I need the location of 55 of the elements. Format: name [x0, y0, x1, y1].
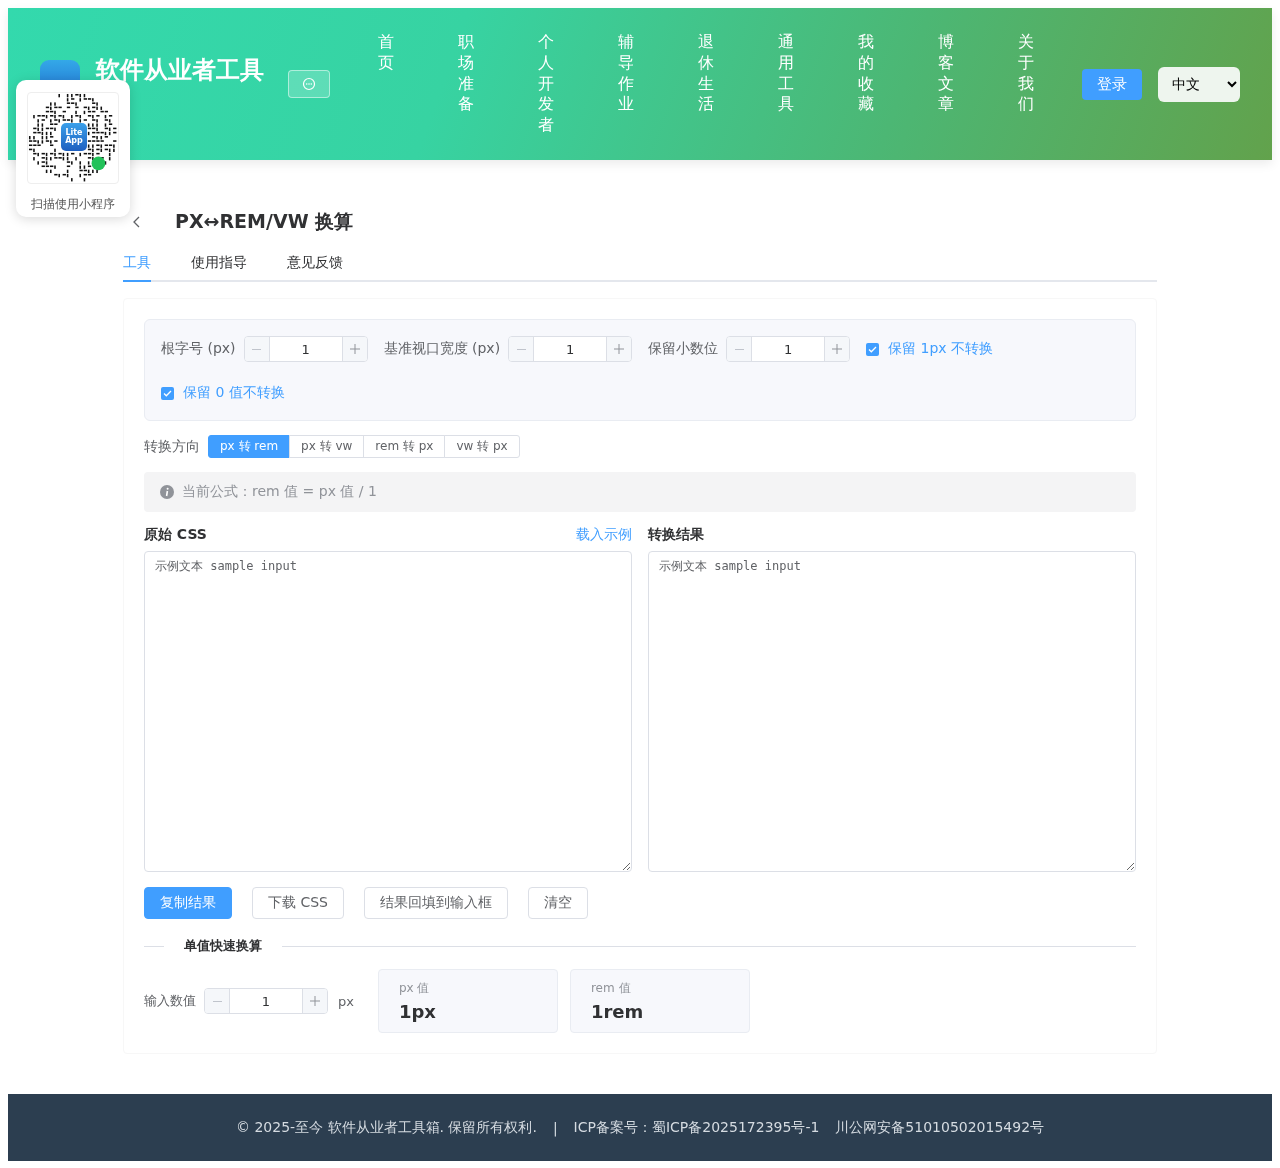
result-value: 1rem — [590, 1001, 645, 1022]
plus-icon — [614, 344, 625, 354]
checkbox[interactable] — [161, 386, 174, 400]
back-icon[interactable] — [133, 216, 141, 228]
copyright-text: © 2025-至今 软件从业者工具箱. 保留所有权利. — [235, 1118, 537, 1137]
increment-button[interactable] — [606, 337, 632, 361]
number-stepper[interactable]: 1 — [204, 988, 328, 1014]
output-label: 转换结果 — [648, 526, 704, 544]
action-button[interactable]: 清空 — [528, 887, 588, 919]
input-label: 原始 CSS — [144, 526, 207, 544]
increment-button[interactable] — [341, 337, 367, 361]
tab[interactable]: 使用指导 — [191, 254, 247, 282]
section-heading: 单值快速换算 — [183, 937, 263, 955]
plus-icon — [310, 996, 320, 1006]
result-value: 1px — [398, 1001, 437, 1022]
formula-text: 当前公式：rem 值 = px 值 / 1 — [182, 483, 377, 501]
result-output[interactable]: 示例文本 sample input — [648, 551, 1136, 872]
police-record-text[interactable]: 川公网安备51010502015492号 — [835, 1118, 1045, 1137]
info-icon — [160, 485, 174, 499]
field-label: 根字号 (px) — [161, 340, 236, 358]
increment-button[interactable] — [302, 989, 327, 1013]
action-button[interactable]: 下载 CSS — [252, 887, 344, 919]
segment-option[interactable]: rem 转 px — [363, 435, 446, 458]
qr-caption: 扫描使用小程序 — [31, 196, 115, 213]
app-logo: Lite App — [61, 123, 87, 151]
field-label: 保留小数位 — [648, 340, 719, 358]
decrement-button[interactable] — [727, 337, 753, 361]
plus-icon — [832, 344, 843, 354]
plus-icon — [349, 344, 360, 354]
chat-button[interactable] — [288, 70, 330, 98]
chat-icon — [302, 77, 316, 91]
number-stepper[interactable]: 1 — [726, 336, 851, 362]
increment-button[interactable] — [824, 337, 850, 361]
unit-label: px — [338, 993, 354, 1009]
decrement-button[interactable] — [509, 337, 535, 361]
field-label: 基准视口宽度 (px) — [383, 340, 501, 358]
number-stepper[interactable]: 1 — [243, 336, 368, 362]
language-select[interactable]: 中文 — [1158, 66, 1240, 102]
action-button[interactable]: 结果回填到输入框 — [364, 887, 508, 919]
segment-option[interactable]: vw 转 px — [444, 435, 520, 458]
page-title: PX↔REM/VW 换算 — [175, 209, 354, 234]
result-label: px 值 — [398, 980, 431, 997]
number-stepper[interactable]: 1 — [508, 336, 633, 362]
checkbox[interactable] — [866, 342, 880, 356]
tab[interactable]: 意见反馈 — [287, 254, 343, 282]
field-label: 转换方向 — [144, 437, 200, 456]
site-title: 软件从业者工具 — [96, 55, 264, 86]
decrement-button[interactable] — [205, 989, 230, 1013]
css-input[interactable]: 示例文本 sample input — [144, 551, 632, 872]
icp-text[interactable]: ICP备案号：蜀ICP备2025172395号-1 — [573, 1118, 820, 1137]
segment-option[interactable]: px 转 vw — [289, 435, 365, 458]
field-label: 输入数值 — [144, 992, 196, 1010]
decrement-button[interactable] — [244, 337, 270, 361]
result-label: rem 值 — [590, 980, 632, 997]
footer-separator: | — [552, 1119, 558, 1136]
